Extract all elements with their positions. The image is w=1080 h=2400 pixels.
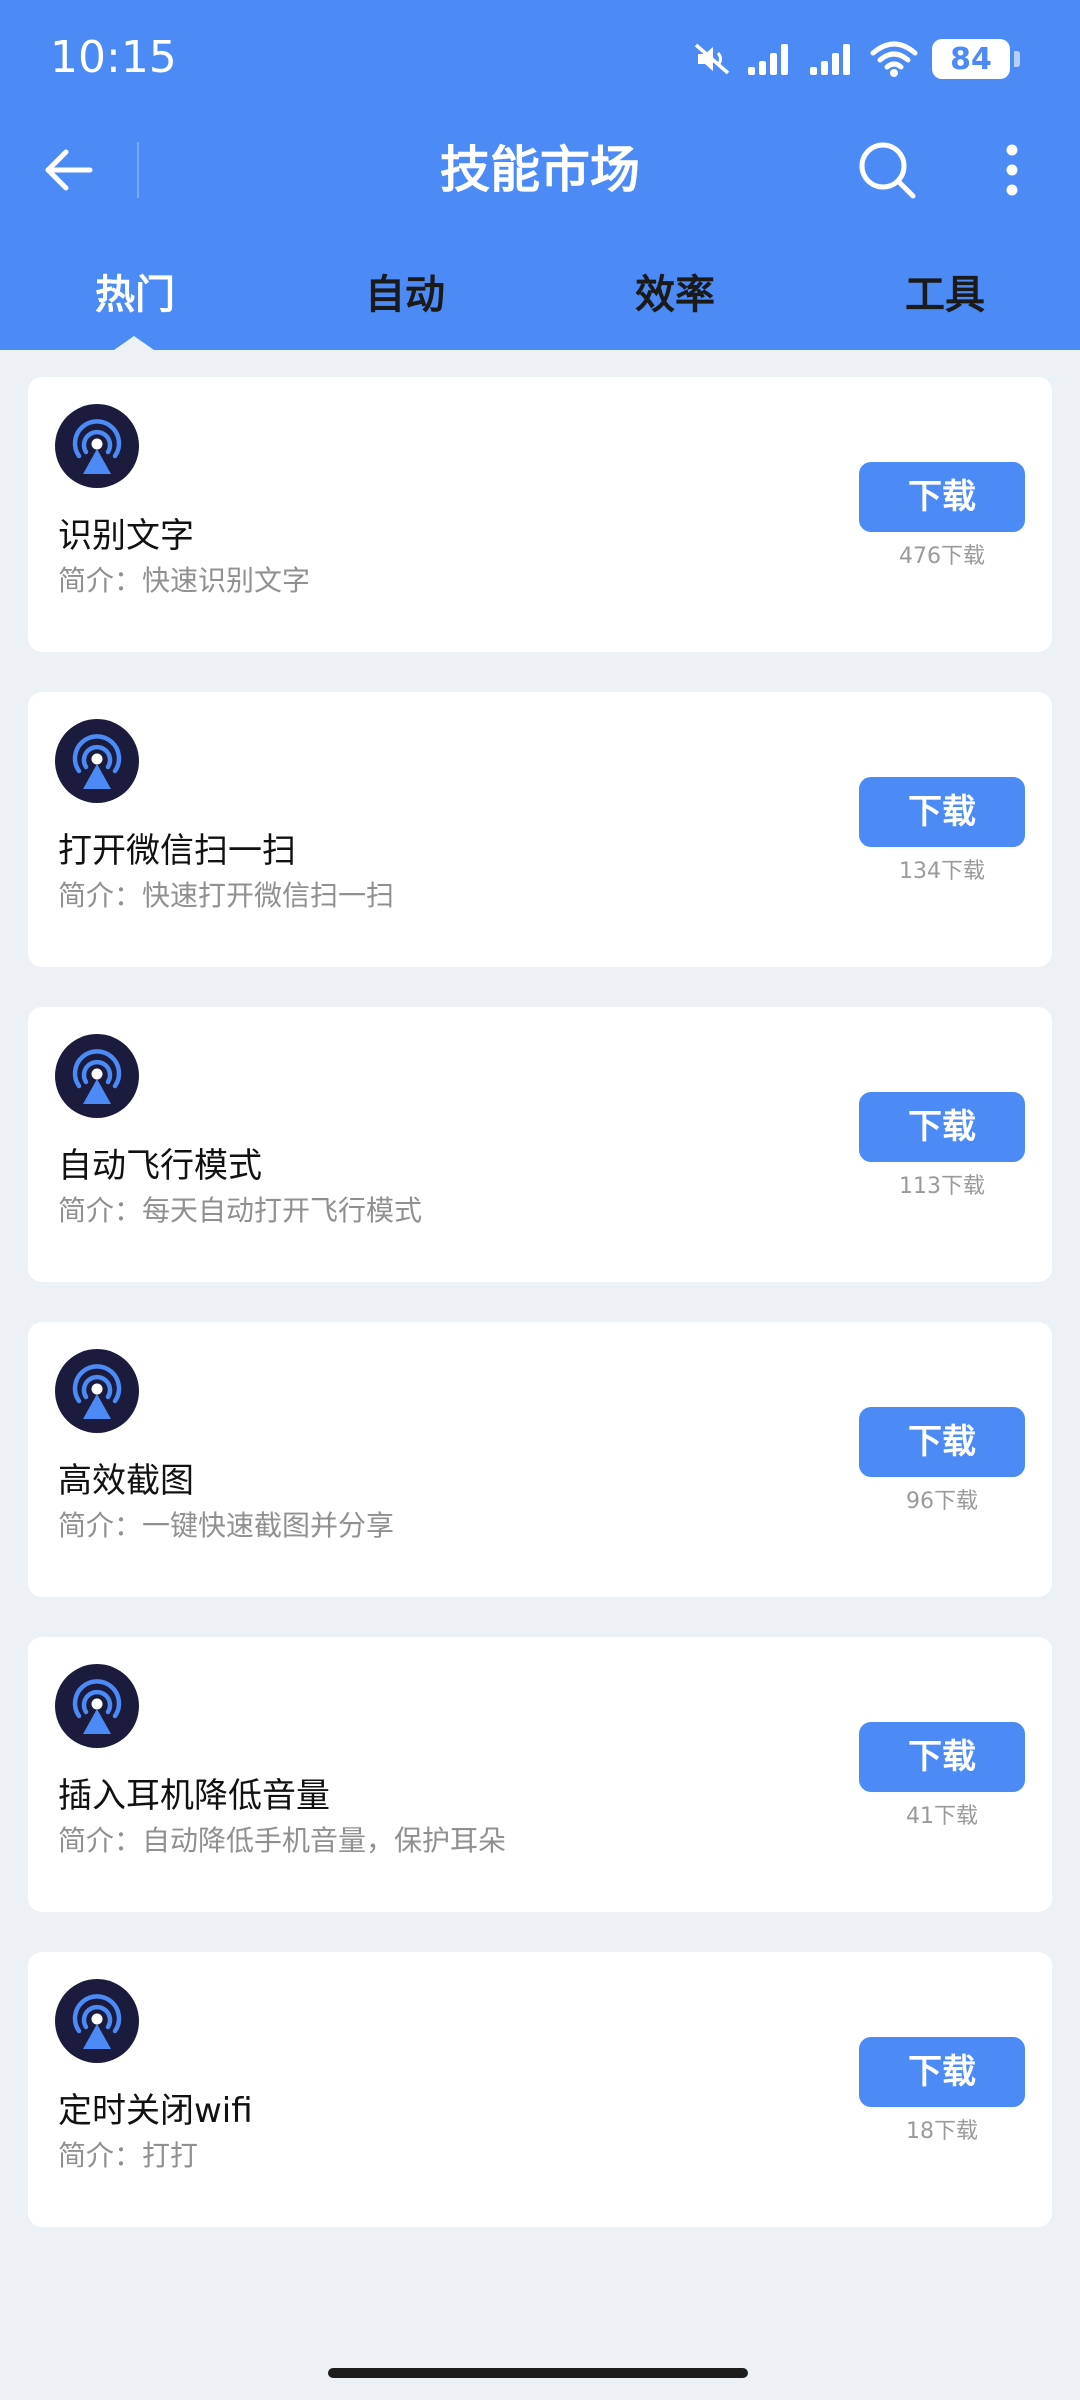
tab-hot[interactable]: 热门: [0, 260, 270, 330]
tab-tools[interactable]: 工具: [810, 260, 1080, 330]
battery-indicator: 84: [932, 39, 1020, 79]
skill-card[interactable]: 自动飞行模式简介：每天自动打开飞行模式 下载 113下载: [28, 1007, 1052, 1282]
download-button[interactable]: 下载: [859, 1092, 1025, 1162]
skill-description: 简介：快速识别文字: [58, 564, 311, 597]
download-count: 18下载: [906, 2119, 978, 2144]
skill-title: 自动飞行模式: [58, 1146, 262, 1186]
active-tab-indicator: [114, 336, 154, 350]
download-button[interactable]: 下载: [859, 462, 1025, 532]
skill-card[interactable]: 识别文字简介：快速识别文字 下载 476下载: [28, 377, 1052, 652]
skill-list: 识别文字 简介：快速识别文字 下载 476下载 打开微信扫一扫 简介：快速打开微信扫一扫下…: [28, 377, 1052, 2267]
skill-title: 打开微信扫一扫: [58, 831, 296, 871]
home-indicator[interactable]: [328, 2368, 748, 2378]
download-button[interactable]: 下载: [859, 2037, 1025, 2107]
signal-icon: [748, 44, 788, 75]
skill-description: 简介：快速打开微信扫一扫: [58, 879, 395, 912]
tab-auto[interactable]: 自动: [270, 260, 540, 330]
skill-title: 识别文字: [58, 516, 194, 556]
download-count: 96下载: [906, 1489, 978, 1514]
broadcast-icon: [55, 1034, 139, 1118]
skill-card[interactable]: 打开微信扫一扫简介：快速打开微信扫一扫 下载 134下载: [28, 692, 1052, 967]
broadcast-icon: [55, 1349, 139, 1433]
download-button[interactable]: 下载: [859, 1407, 1025, 1477]
download-count: 41下载: [906, 1804, 978, 1829]
download-count: 113下载: [899, 1174, 985, 1199]
download-button[interactable]: 下载: [859, 777, 1025, 847]
status-time: 10:15: [50, 32, 177, 83]
skill-card[interactable]: 插入耳机降低音量简介：自动降低手机音量，保护耳朵 下载 41下载: [28, 1637, 1052, 1912]
skill-title: 高效截图: [58, 1461, 194, 1501]
broadcast-icon: [55, 1979, 139, 2063]
download-count: 134下载: [899, 859, 985, 884]
status-icons: 84: [692, 34, 1020, 84]
wifi-icon: [870, 41, 918, 77]
skill-description: 简介：自动降低手机音量，保护耳朵: [58, 1824, 507, 1857]
mute-icon: [694, 43, 730, 75]
skill-card[interactable]: 高效截图简介：一键快速截图并分享 下载 96下载: [28, 1322, 1052, 1597]
download-button[interactable]: 下载: [859, 1722, 1025, 1792]
download-count: 476下载: [899, 544, 985, 569]
more-vertical-icon[interactable]: [992, 142, 1032, 198]
signal-icon-2: [810, 44, 850, 75]
broadcast-icon: [55, 404, 139, 488]
app-header: 10:15 84 技能市场 热门 自动 效率 工具: [0, 0, 1080, 350]
skill-title: 定时关闭wifi: [58, 2091, 253, 2131]
tab-efficiency[interactable]: 效率: [540, 260, 810, 330]
tab-bar: 热门 自动 效率 工具: [0, 260, 1080, 350]
skill-card[interactable]: 定时关闭wifi 简介：打打 下载 18下载: [28, 1952, 1052, 2227]
skill-description: 简介：打打: [58, 2139, 199, 2172]
broadcast-icon: [55, 719, 139, 803]
skill-description: 简介：一键快速截图并分享: [58, 1509, 395, 1542]
search-icon[interactable]: [855, 138, 921, 204]
broadcast-icon: [55, 1664, 139, 1748]
skill-title: 插入耳机降低音量: [58, 1776, 330, 1816]
skill-description: 简介：每天自动打开飞行模式: [58, 1194, 423, 1227]
